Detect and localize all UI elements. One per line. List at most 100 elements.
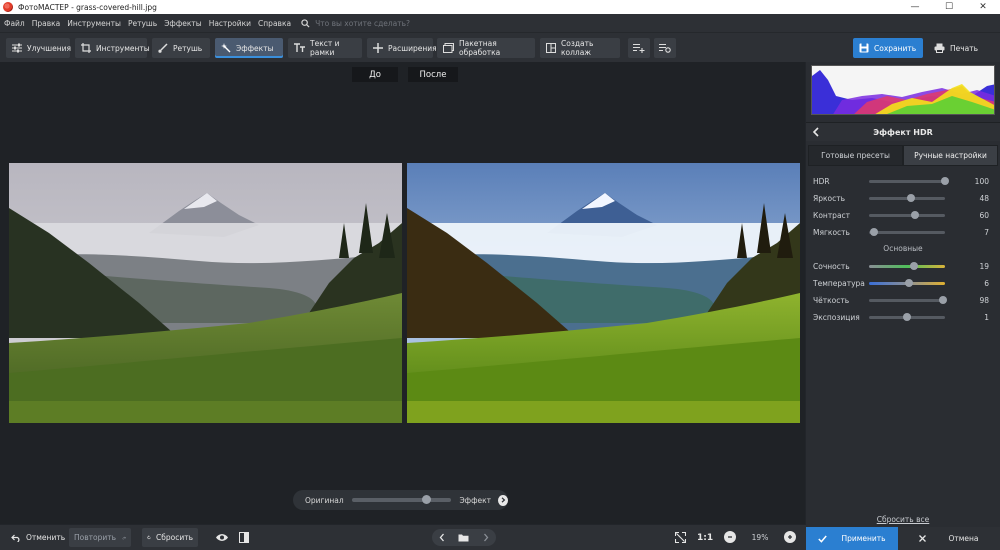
- redo-button[interactable]: Повторить: [69, 528, 131, 547]
- slider-saturation-value: 19: [979, 261, 989, 271]
- add-to-list-button[interactable]: [628, 38, 650, 58]
- apply-button[interactable]: Применить: [806, 527, 898, 550]
- tab-retouch[interactable]: Ретушь: [152, 38, 210, 58]
- tab-tools-label: Инструменты: [96, 43, 150, 53]
- reset-all-link[interactable]: Сбросить все: [806, 515, 1000, 524]
- tab-text-frames[interactable]: Текст и рамки: [288, 38, 362, 58]
- slider-clarity-track[interactable]: [869, 295, 947, 304]
- batch-processing-button[interactable]: Пакетная обработка: [437, 38, 535, 58]
- slider-hdr-track[interactable]: [869, 176, 949, 185]
- preview-toggle-button[interactable]: [210, 528, 234, 547]
- undo-label: Отменить: [26, 533, 66, 542]
- list-gear-icon: [659, 43, 671, 53]
- slider-hdr-value: 100: [974, 176, 989, 186]
- folder-icon[interactable]: [458, 533, 469, 542]
- plus-icon: [788, 535, 792, 539]
- slider-temperature-value: 6: [984, 278, 989, 288]
- zoom-out-button[interactable]: [724, 531, 736, 543]
- slider-temperature: Температура 6: [813, 277, 989, 289]
- menu-bar: Файл Правка Инструменты Ретушь Эффекты Н…: [0, 14, 1000, 32]
- slider-contrast-track[interactable]: [869, 210, 945, 219]
- slider-softness-label: Мягкость: [813, 227, 850, 237]
- panel-tabs: Готовые пресеты Ручные настройки: [808, 145, 998, 166]
- close-button[interactable]: ✕: [966, 0, 1000, 14]
- after-photo: [407, 163, 800, 423]
- fit-screen-button[interactable]: [670, 528, 691, 547]
- cancel-button[interactable]: Отмена: [898, 527, 1000, 550]
- sliders-icon: [12, 43, 22, 53]
- section-basic-label: Основные: [883, 244, 923, 253]
- slider-brightness: Яркость 48: [813, 192, 989, 204]
- after-label: После: [408, 67, 458, 82]
- save-button[interactable]: Сохранить: [853, 38, 923, 58]
- slider-softness: Мягкость 7: [813, 226, 989, 238]
- print-button[interactable]: Печать: [928, 38, 986, 58]
- tab-tools[interactable]: Инструменты: [75, 38, 150, 58]
- tab-presets[interactable]: Готовые пресеты: [808, 145, 903, 166]
- maximize-button[interactable]: ☐: [932, 0, 966, 14]
- batch-processing-label: Пакетная обработка: [459, 39, 501, 57]
- menu-edit[interactable]: Правка: [32, 19, 61, 28]
- menu-tools[interactable]: Инструменты: [67, 19, 121, 28]
- tab-effects[interactable]: Эффекты: [215, 38, 283, 58]
- slider-contrast-value: 60: [979, 210, 989, 220]
- tab-manual-settings[interactable]: Ручные настройки: [903, 145, 998, 166]
- compare-next-button[interactable]: [498, 494, 508, 506]
- slider-softness-knob[interactable]: [870, 227, 879, 236]
- slider-brightness-knob[interactable]: [906, 193, 915, 202]
- reset-button[interactable]: Сбросить: [142, 528, 198, 547]
- after-photo-image: [407, 163, 800, 423]
- undo-button[interactable]: Отменить: [6, 528, 70, 547]
- file-navigation: [432, 529, 496, 546]
- undo-icon: [11, 534, 20, 542]
- slider-contrast-knob[interactable]: [910, 210, 919, 219]
- slider-saturation-track[interactable]: [869, 261, 945, 270]
- slider-exposure-track[interactable]: [869, 312, 945, 321]
- slider-softness-value: 7: [984, 227, 989, 237]
- list-add-icon: [633, 43, 645, 53]
- images-icon: [443, 43, 454, 53]
- back-arrow-icon[interactable]: [812, 127, 820, 137]
- chevron-left-icon[interactable]: [439, 533, 445, 542]
- menu-settings[interactable]: Настройки: [209, 19, 251, 28]
- tab-effects-label: Эффекты: [236, 43, 274, 53]
- list-settings-button[interactable]: [654, 38, 676, 58]
- slider-softness-track[interactable]: [869, 227, 945, 236]
- slider-clarity-knob[interactable]: [938, 295, 947, 304]
- slider-temperature-track[interactable]: [869, 278, 945, 287]
- actual-size-button[interactable]: 1:1: [692, 528, 718, 547]
- slider-saturation-knob[interactable]: [909, 261, 918, 270]
- menu-help[interactable]: Справка: [258, 19, 291, 28]
- title-bar: ФотоМАСТЕР - grass-covered-hill.jpg — ☐ …: [0, 0, 1000, 14]
- print-label: Печать: [950, 43, 979, 53]
- tab-extensions[interactable]: Расширения: [367, 38, 437, 58]
- compare-toggle-button[interactable]: [234, 528, 254, 547]
- photo-canvas: До После Оригинал Эффект: [0, 62, 805, 524]
- minimize-button[interactable]: —: [898, 0, 932, 14]
- search-input[interactable]: [315, 18, 426, 28]
- effects-panel: Эффект HDR Готовые пресеты Ручные настро…: [806, 62, 1000, 550]
- redo-label: Повторить: [74, 533, 117, 542]
- compare-slider-track[interactable]: [351, 495, 452, 504]
- menu-file[interactable]: Файл: [4, 19, 25, 28]
- slider-brightness-track[interactable]: [869, 193, 945, 202]
- brush-icon: [158, 43, 168, 53]
- chevron-right-icon[interactable]: [483, 533, 489, 542]
- redo-icon: [122, 536, 126, 540]
- menu-retouch[interactable]: Ретушь: [128, 19, 157, 28]
- minus-icon: [728, 536, 732, 538]
- tab-enhancements[interactable]: Улучшения: [6, 38, 71, 58]
- printer-icon: [934, 43, 945, 53]
- create-collage-button[interactable]: Создать коллаж: [540, 38, 620, 58]
- zoom-in-button[interactable]: [784, 531, 796, 543]
- compare-slider-thumb[interactable]: [421, 495, 431, 504]
- menu-effects[interactable]: Эффекты: [164, 19, 202, 28]
- slider-exposure-knob[interactable]: [903, 312, 911, 321]
- checkmark-icon: [818, 535, 828, 543]
- slider-hdr-knob[interactable]: [941, 176, 949, 185]
- slider-temperature-knob[interactable]: [905, 278, 914, 287]
- search-icon: [301, 18, 310, 28]
- slider-contrast-label: Контраст: [813, 210, 851, 220]
- slider-saturation-label: Сочность: [813, 261, 850, 271]
- slider-hdr-label: HDR: [813, 176, 830, 186]
